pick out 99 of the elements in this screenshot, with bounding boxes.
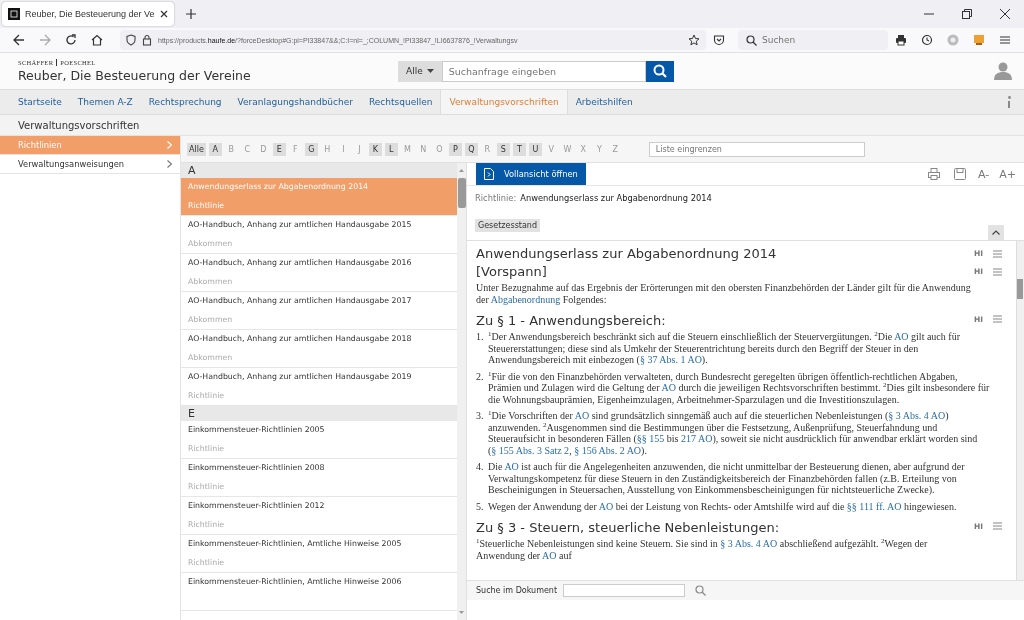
open-full-view-button[interactable]: Vollansicht öffnen	[476, 163, 586, 185]
font-size-button[interactable]: A-	[978, 167, 990, 181]
link[interactable]: Abgabenordnung	[490, 293, 561, 305]
search-label: Suche im Dokument	[476, 586, 558, 595]
group-header: E	[181, 406, 457, 421]
search-field[interactable]: Suchen	[738, 30, 888, 50]
meta-label: Richtlinie:	[475, 193, 517, 203]
nav-tab[interactable]: Rechtsprechung	[140, 90, 230, 114]
info-icon[interactable]	[1006, 95, 1012, 109]
chevron-up-icon	[992, 230, 1000, 235]
scope-dropdown[interactable]: Alle	[398, 60, 442, 82]
printer-icon[interactable]	[895, 34, 907, 46]
save-icon[interactable]	[954, 168, 966, 180]
restore-icon[interactable]	[962, 9, 972, 19]
link[interactable]: § 3 Abs. 4 AO	[720, 538, 778, 549]
letter-filter[interactable]: Q	[464, 142, 478, 156]
paragraph: Die AO ist auch für die Angelegenheiten anzuwenden, die nicht unmittelbar der Besteuerung dienen, aber aufgrund der Verwaltungskompetenz für diese Steuern in den Zuständigkeitsbereich der Finanzbehörden fallen (z.B. Erteilung von Bescheinigungen in Steuersachen, Ausstellung von Einkommensbescheinigungen für nichtsteuerliche Zwecke).	[488, 461, 966, 496]
link[interactable]: § 156 Abs. 2 AO	[574, 444, 642, 456]
scrollbar-thumb[interactable]	[457, 178, 466, 208]
lock-icon	[142, 34, 152, 46]
collapse-button[interactable]	[988, 225, 1004, 240]
link[interactable]: AO	[894, 331, 909, 342]
link[interactable]: § 37 Abs. 1 AO	[639, 354, 702, 365]
document-icon	[484, 168, 494, 180]
letter-filter[interactable]: K	[368, 142, 382, 156]
close-icon[interactable]	[1000, 9, 1010, 19]
nav-tab[interactable]: Arbeitshilfen	[567, 90, 641, 114]
site-title: Reuber, Die Besteuerung der Vereine	[18, 68, 252, 83]
nav-tab[interactable]: Veranlagungshandbücher	[229, 90, 361, 114]
scrollbar[interactable]	[457, 163, 466, 620]
chevron-icon	[167, 160, 172, 168]
star-icon[interactable]	[688, 34, 700, 46]
caret-icon	[426, 69, 434, 73]
link[interactable]: AO	[542, 549, 557, 561]
list-number: 2.	[476, 370, 485, 384]
link[interactable]: AO	[574, 410, 590, 421]
section-heading: Zu § 1 - Anwendungsbereich:	[476, 313, 667, 328]
letter-filter[interactable]: P	[448, 142, 462, 156]
link[interactable]: AO	[661, 382, 677, 393]
font-size-button[interactable]: A+	[999, 167, 1016, 181]
scrollbar-thumb[interactable]	[1017, 279, 1023, 299]
menu-icon[interactable]	[999, 34, 1011, 46]
forward-icon[interactable]	[39, 34, 51, 46]
letter-filter[interactable]: A	[208, 142, 222, 156]
pocket-icon[interactable]	[713, 34, 725, 46]
link[interactable]: AO	[598, 500, 614, 512]
home-icon[interactable]	[91, 34, 103, 46]
section-heading: Zu § 3 - Steuern, steuerliche Nebenleistungen:	[476, 520, 781, 535]
letter-filter[interactable]: S	[496, 142, 510, 156]
paragraph: $^{1}$Für die von den Finanzbehörden verwalteten, durch Bundesrecht geregelten übrigen öffentlich-rechtlichen Abgaben, Prämien und Zulagen wird die Geltung der AO durch die jeweiligen Rechtsvorschriften bestimmt. $^{2}$Dies gilt insbesondere für die Wohnungsbauprämien, Eigenheimzulagen, Arbeitnehmer-Sparzulagen und die Investitionszulagen.	[488, 370, 990, 405]
history-icon[interactable]	[921, 34, 933, 46]
letter-filter[interactable]: E	[272, 142, 286, 156]
extension-icon[interactable]	[973, 34, 985, 46]
letter-filter[interactable]: L	[384, 142, 398, 156]
paragraph: Wegen der Anwendung der AO bei der Leistung von Rechts- oder Amtshilfe wird auf die §§ 111 ff. AO hingewiesen.	[488, 500, 958, 512]
user-avatar-icon[interactable]	[994, 62, 1012, 80]
paragraph: Unter Bezugnahme auf das Ergebnis der Erörterungen mit den obersten Finanzbehörden der Länder gilt für die Anwendung der Abgabenordnung Folgendes:	[476, 282, 972, 305]
letter-filter[interactable]: U	[528, 142, 542, 156]
search-button[interactable]	[645, 60, 674, 82]
shield-icon	[126, 34, 136, 46]
search-icon	[652, 64, 667, 78]
section-title: Verwaltungsvorschriften	[0, 115, 1024, 136]
paragraph: $^{1}$Die Vorschriften der AO sind grundsätzlich sinngemäß auch auf die steuerlichen Nebenleistungen (§ 3 Abs. 4 AO) anzuwenden. $^{2}$Ausgenommen sind die Bestimmungen über die Festsetzung, Außenprüfung, Steuerfahndung und Steueraufsicht in besonderen Fällen (§§ 155 bis 217 AO), soweit sie nicht ausdrücklich für anwendbar erklärt worden sind (§ 155 Abs. 3 Satz 2, § 156 Abs. 2 AO).	[488, 410, 979, 456]
search-field[interactable]: Suchanfrage eingeben	[441, 60, 646, 82]
reload-icon[interactable]	[65, 34, 77, 46]
letter-filter[interactable]: Alle	[187, 142, 206, 156]
new-tab-icon[interactable]	[185, 9, 196, 19]
group-header: A	[181, 163, 457, 178]
sidebar-item[interactable]: Verwaltungsanweisungen	[0, 155, 180, 174]
nav-tab[interactable]: Themen A-Z	[69, 90, 141, 114]
letter-filter[interactable]: T	[512, 142, 526, 156]
letter-filter[interactable]: G	[304, 142, 318, 156]
scroll-down-icon	[459, 611, 464, 614]
list-number: 1.	[476, 331, 485, 344]
close-icon[interactable]	[159, 10, 168, 18]
scrollbar[interactable]	[1016, 241, 1024, 580]
filter-field[interactable]: Liste eingrenzen	[648, 141, 865, 157]
nav-tab[interactable]: Rechtsquellen	[360, 90, 441, 114]
meta-value: Anwendungserlass zur Abgabenordnung 2014	[520, 193, 712, 203]
link[interactable]: AO	[504, 461, 519, 472]
list-number: 4.	[476, 461, 485, 474]
section-heading: [Vorspann]	[476, 264, 548, 279]
link[interactable]: §§ 111 ff. AO	[846, 500, 902, 512]
search-field[interactable]	[563, 584, 686, 597]
nav-tab[interactable]: Startseite	[10, 90, 70, 114]
list-number: 3.	[476, 410, 485, 423]
status-tag: Gesetzesstand	[475, 219, 540, 232]
scroll-up-icon	[459, 169, 464, 172]
section-heading: Anwendungserlass zur Abgabenordnung 2014	[476, 246, 778, 261]
search-icon[interactable]	[695, 585, 707, 596]
chevron-icon	[167, 141, 172, 149]
paragraph: $^{1}$Steuerliche Nebenleistungen sind keine Steuern. Sie sind in § 3 Abs. 4 AO abschließend aufgezählt. $^{2}$Wegen der Anwendung der AO auf	[476, 538, 929, 561]
favicon-icon	[8, 8, 20, 20]
paragraph: $^{1}$Der Anwendungsbereich beschränkt sich auf die Steuern einschließlich der Steuervergütungen. $^{2}$Die AO gilt auch für Steuererstattungen; diese sind als Umkehr der Steuerentrichtung bereits durch den Begriff der Steuer in den Anwendungsbereich mit einbezogen (§ 37 Abs. 1 AO).	[488, 331, 961, 366]
list-number: 5.	[476, 500, 485, 512]
link[interactable]: 217 AO	[681, 433, 713, 444]
search-icon	[746, 34, 757, 46]
browser-tab[interactable]: Reuber, Die Besteuerung der Ve	[2, 2, 174, 26]
back-icon[interactable]	[13, 34, 25, 46]
